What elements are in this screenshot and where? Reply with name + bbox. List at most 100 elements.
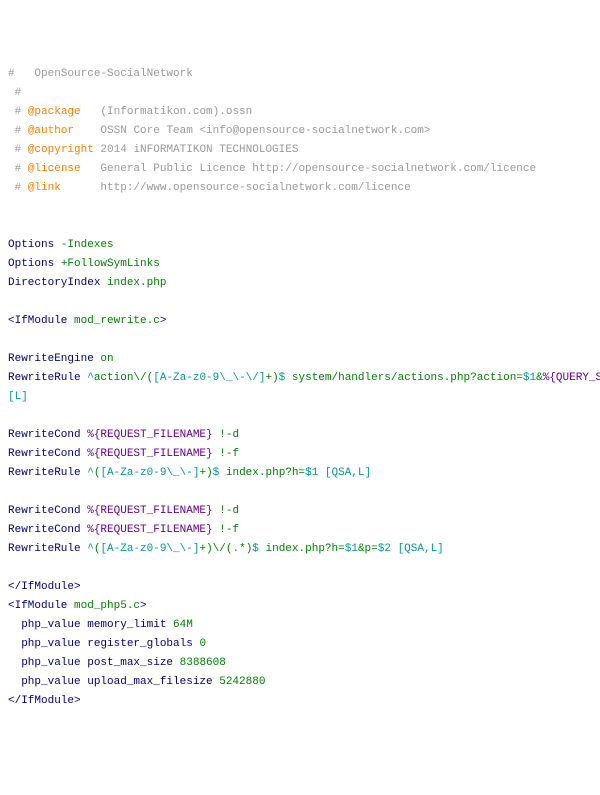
code-token <box>318 467 325 479</box>
code-line: RewriteCond %{REQUEST_FILENAME} !-d <box>8 426 592 445</box>
code-token: &p= <box>358 543 378 555</box>
code-token: ^ <box>87 543 94 555</box>
code-line: RewriteCond %{REQUEST_FILENAME} !-d <box>8 502 592 521</box>
code-token: 64M <box>173 619 193 631</box>
code-token: 2014 iNFORMATIKON TECHNOLOGIES <box>94 144 299 156</box>
code-token: index.php?h= <box>259 543 345 555</box>
code-token: RewriteEngine <box>8 353 100 365</box>
code-token: %{REQUEST_FILENAME} <box>87 505 212 517</box>
code-token: [A-Za-z0-9\_\-] <box>100 467 199 479</box>
code-token: & <box>536 372 543 384</box>
code-line: # OpenSource-SocialNetwork <box>8 65 592 84</box>
code-token: RewriteRule <box>8 543 87 555</box>
code-line: RewriteRule ^action\/([A-Za-z0-9\_\-\/]+… <box>8 369 592 388</box>
code-line <box>8 198 592 217</box>
code-token: php_value post_max_size <box>8 657 180 669</box>
code-token: RewriteCond <box>8 429 87 441</box>
code-line: # @license General Public Licence http:/… <box>8 160 592 179</box>
code-token: </IfModule> <box>8 695 81 707</box>
code-token: <IfModule <box>8 600 74 612</box>
code-token: RewriteCond <box>8 505 87 517</box>
code-token: http://www.opensource-socialnetwork.com/… <box>61 182 411 194</box>
code-token: !-f <box>213 448 239 460</box>
code-token: 8388608 <box>180 657 226 669</box>
code-token: +)\/( <box>199 543 232 555</box>
code-token: $2 <box>378 543 391 555</box>
code-token: $1 <box>345 543 358 555</box>
code-token: > <box>140 600 147 612</box>
code-token: # <box>8 163 28 175</box>
code-token: # <box>8 182 28 194</box>
code-token: </IfModule> <box>8 581 81 593</box>
code-token: %{REQUEST_FILENAME} <box>87 448 212 460</box>
code-token: [QSA,L] <box>398 543 444 555</box>
code-token: Options <box>8 239 61 251</box>
code-block: # OpenSource-SocialNetwork # # @package … <box>8 65 592 711</box>
code-token: [A-Za-z0-9\_\-\/] <box>153 372 265 384</box>
code-token: %{REQUEST_FILENAME} <box>87 429 212 441</box>
code-token: !-d <box>213 505 239 517</box>
code-line: php_value upload_max_filesize 5242880 <box>8 673 592 692</box>
code-token: %{QUERY_STRING} <box>543 372 600 384</box>
code-token: 5242880 <box>219 676 265 688</box>
code-line: RewriteCond %{REQUEST_FILENAME} !-f <box>8 521 592 540</box>
code-line: # @link http://www.opensource-socialnetw… <box>8 179 592 198</box>
code-token: # <box>8 144 28 156</box>
code-token: @link <box>28 182 61 194</box>
code-token: RewriteRule <box>8 372 87 384</box>
code-line: php_value memory_limit 64M <box>8 616 592 635</box>
code-token: php_value upload_max_filesize <box>8 676 219 688</box>
code-line <box>8 559 592 578</box>
code-token: on <box>100 353 113 365</box>
code-token: *) <box>239 543 252 555</box>
code-line: DirectoryIndex index.php <box>8 274 592 293</box>
code-token: @license <box>28 163 81 175</box>
code-line: <IfModule mod_php5.c> <box>8 597 592 616</box>
code-token: index.php <box>107 277 166 289</box>
code-line: RewriteRule ^([A-Za-z0-9\_\-]+)$ index.p… <box>8 464 592 483</box>
code-line: Options -Indexes <box>8 236 592 255</box>
code-token: $ <box>252 543 259 555</box>
code-line <box>8 483 592 502</box>
code-line <box>8 331 592 350</box>
code-token: %{REQUEST_FILENAME} <box>87 524 212 536</box>
code-token: RewriteCond <box>8 448 87 460</box>
code-token: php_value register_globals <box>8 638 199 650</box>
code-line <box>8 407 592 426</box>
code-line: php_value register_globals 0 <box>8 635 592 654</box>
code-token: # <box>8 87 21 99</box>
code-token: OSSN Core Team <info@opensource-socialne… <box>74 125 430 137</box>
code-line: </IfModule> <box>8 692 592 711</box>
code-line: # <box>8 84 592 103</box>
code-token: RewriteCond <box>8 524 87 536</box>
code-token: [L] <box>8 391 28 403</box>
code-token: action\/( <box>94 372 153 384</box>
code-line: [L] <box>8 388 592 407</box>
code-line: RewriteEngine on <box>8 350 592 369</box>
code-line: </IfModule> <box>8 578 592 597</box>
code-token: @copyright <box>28 144 94 156</box>
code-token: $1 <box>523 372 536 384</box>
code-line: php_value post_max_size 8388608 <box>8 654 592 673</box>
code-token: DirectoryIndex <box>8 277 107 289</box>
code-token: Options <box>8 258 61 270</box>
code-token <box>391 543 398 555</box>
code-token: system/handlers/actions.php?action= <box>285 372 523 384</box>
code-line <box>8 217 592 236</box>
code-line: # @copyright 2014 iNFORMATIKON TECHNOLOG… <box>8 141 592 160</box>
code-token: !-f <box>213 524 239 536</box>
code-line: Options +FollowSymLinks <box>8 255 592 274</box>
code-token: !-d <box>213 429 239 441</box>
code-token: +) <box>265 372 278 384</box>
code-token: 0 <box>199 638 206 650</box>
code-token: mod_rewrite.c <box>74 315 160 327</box>
code-token: General Public Licence http://opensource… <box>81 163 543 175</box>
code-token: (Informatikon.com).ossn <box>81 106 253 118</box>
code-token: # <box>8 106 28 118</box>
code-token: # OpenSource-SocialNetwork <box>8 68 193 80</box>
code-token: @package <box>28 106 81 118</box>
code-token: <IfModule <box>8 315 74 327</box>
code-token: [QSA,L] <box>325 467 371 479</box>
code-token: +) <box>199 467 212 479</box>
code-token: RewriteRule <box>8 467 87 479</box>
